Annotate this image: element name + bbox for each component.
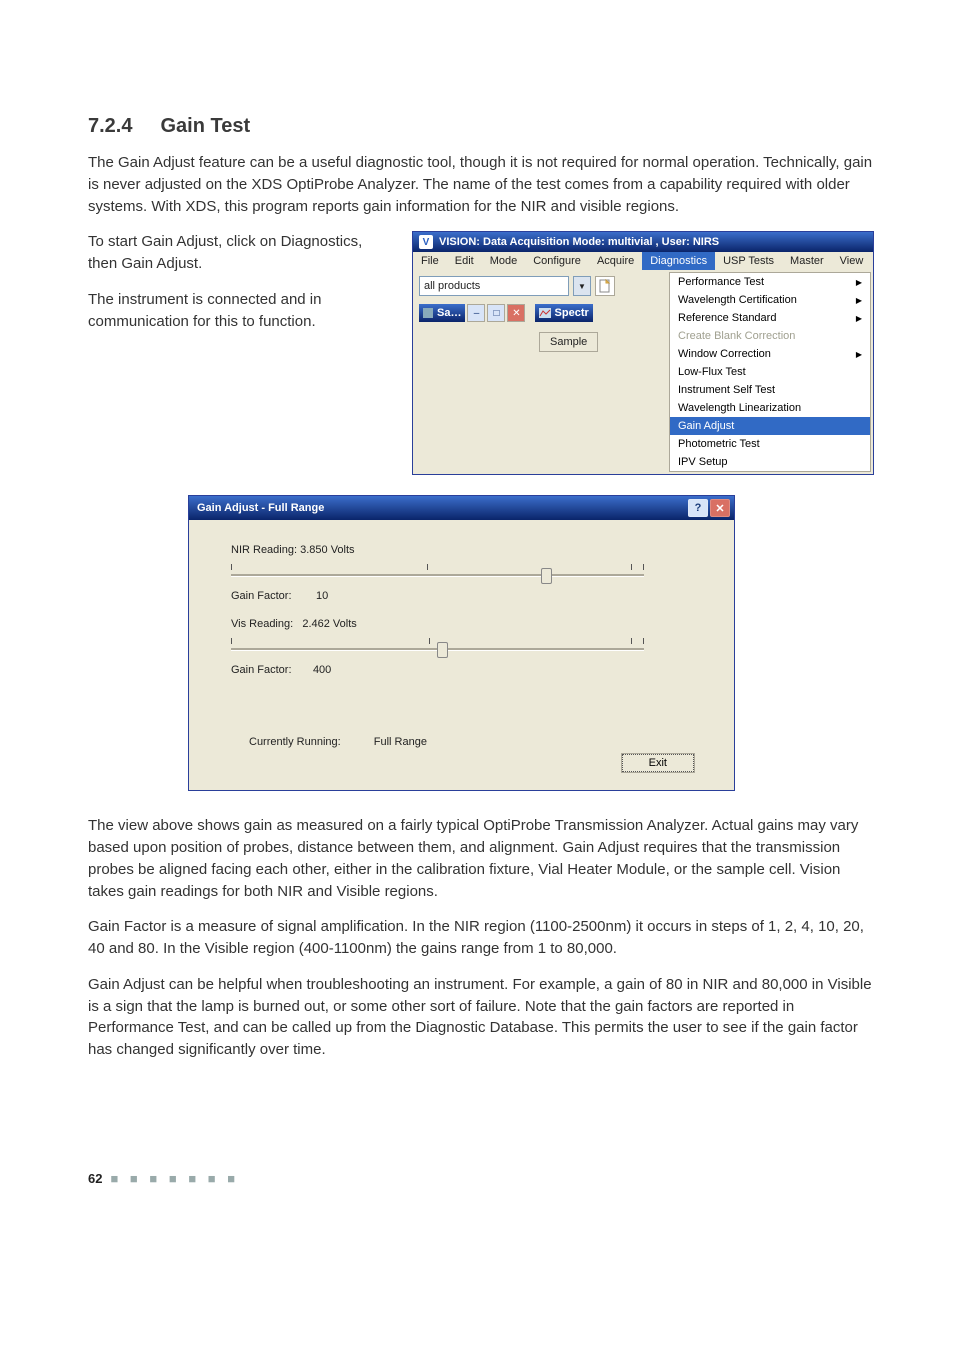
paragraph-1: The Gain Adjust feature can be a useful … [88, 152, 874, 217]
diag-item-create-blank-correction: Create Blank Correction [670, 327, 870, 345]
currently-running-value: Full Range [374, 736, 427, 748]
vis-gain-factor-row: Gain Factor: 400 [231, 664, 704, 676]
nir-slider-thumb[interactable] [541, 568, 552, 584]
vis-reading-label: Vis Reading: [231, 618, 293, 630]
subwindow-maximize-icon[interactable]: □ [487, 304, 505, 322]
submenu-arrow-icon: ▶ [856, 296, 862, 305]
paragraph-3: The view above shows gain as measured on… [88, 815, 874, 902]
diag-item-window-correction[interactable]: Window Correction▶ [670, 345, 870, 363]
nir-gain-factor-label: Gain Factor: [231, 590, 292, 602]
page-footer: 62 ■ ■ ■ ■ ■ ■ ■ [88, 1171, 874, 1186]
vision-titlebar: V VISION: Data Acquisition Mode: multivi… [413, 232, 873, 252]
exit-button[interactable]: Exit [622, 754, 694, 772]
menu-usp-tests[interactable]: USP Tests [715, 252, 782, 270]
diag-item-reference-standard[interactable]: Reference Standard▶ [670, 309, 870, 327]
subwindow-title: Sa… [419, 304, 465, 322]
vis-reading-row: Vis Reading: 2.462 Volts [231, 618, 704, 630]
help-button-icon[interactable]: ? [688, 499, 708, 517]
menu-master[interactable]: Master [782, 252, 832, 270]
document-icon [599, 279, 611, 293]
menu-acquire[interactable]: Acquire [589, 252, 642, 270]
submenu-arrow-icon: ▶ [856, 350, 862, 359]
diag-item-instrument-self-test[interactable]: Instrument Self Test [670, 381, 870, 399]
submenu-arrow-icon: ▶ [856, 314, 862, 323]
section-number: 7.2.4 [88, 115, 132, 138]
page-number: 62 [88, 1171, 102, 1186]
subwindow-close-icon[interactable]: ✕ [507, 304, 525, 322]
diag-item-low-flux-test[interactable]: Low-Flux Test [670, 363, 870, 381]
product-combo[interactable]: all products [419, 276, 569, 296]
diag-item-photometric-test[interactable]: Photometric Test [670, 435, 870, 453]
footer-dots-icon: ■ ■ ■ ■ ■ ■ ■ [110, 1171, 239, 1186]
diag-item-wavelength-certification[interactable]: Wavelength Certification▶ [670, 291, 870, 309]
menu-edit[interactable]: Edit [447, 252, 482, 270]
vis-gain-factor-label: Gain Factor: [231, 664, 292, 676]
vis-gain-factor-value: 400 [313, 664, 331, 676]
new-doc-button[interactable] [595, 276, 615, 296]
vision-title-text: VISION: Data Acquisition Mode: multivial… [439, 236, 719, 248]
diag-item-performance-test[interactable]: Performance Test▶ [670, 273, 870, 291]
nir-reading-value: 3.850 Volts [300, 544, 354, 556]
close-button-icon[interactable]: ✕ [710, 499, 730, 517]
paragraph-4: Gain Factor is a measure of signal ampli… [88, 916, 874, 960]
chart-icon [539, 308, 551, 318]
diag-item-wavelength-linearization[interactable]: Wavelength Linearization [670, 399, 870, 417]
currently-running-row: Currently Running: Full Range [249, 736, 704, 748]
gain-titlebar: Gain Adjust - Full Range ? ✕ [189, 496, 734, 520]
gain-adjust-dialog: Gain Adjust - Full Range ? ✕ NIR Reading… [188, 495, 735, 791]
vis-reading-value: 2.462 Volts [302, 618, 356, 630]
nir-reading-label: NIR Reading: [231, 544, 297, 556]
product-combo-dropdown-icon[interactable]: ▼ [573, 276, 591, 296]
nir-slider[interactable] [231, 562, 704, 582]
vision-menubar: File Edit Mode Configure Acquire Diagnos… [413, 252, 873, 270]
menu-mode[interactable]: Mode [482, 252, 526, 270]
paragraph-5: Gain Adjust can be helpful when troubles… [88, 974, 874, 1061]
currently-running-label: Currently Running: [249, 736, 341, 748]
nir-gain-factor-row: Gain Factor: 10 [231, 590, 704, 602]
section-title-text: Gain Test [160, 115, 250, 137]
submenu-arrow-icon: ▶ [856, 278, 862, 287]
menu-view[interactable]: View [832, 252, 872, 270]
vis-slider-thumb[interactable] [437, 642, 448, 658]
subwindow-icon [423, 308, 433, 318]
menu-configure[interactable]: Configure [525, 252, 589, 270]
sample-button[interactable]: Sample [539, 332, 598, 352]
menu-diagnostics[interactable]: Diagnostics [642, 252, 715, 270]
gain-title-text: Gain Adjust - Full Range [197, 502, 324, 514]
section-heading: 7.2.4 Gain Test [88, 115, 874, 138]
vision-logo-icon: V [419, 235, 433, 249]
vision-window: V VISION: Data Acquisition Mode: multivi… [412, 231, 874, 475]
paragraph-2a: To start Gain Adjust, click on Diagnosti… [88, 231, 388, 275]
product-combo-value: all products [424, 280, 480, 292]
vis-slider[interactable] [231, 636, 704, 656]
diag-item-gain-adjust[interactable]: Gain Adjust [670, 417, 870, 435]
paragraph-2b: The instrument is connected and in commu… [88, 289, 388, 333]
diag-item-ipv-setup[interactable]: IPV Setup [670, 453, 870, 471]
nir-gain-factor-value: 10 [316, 590, 328, 602]
diagnostics-menu: Performance Test▶Wavelength Certificatio… [669, 272, 871, 472]
subwindow-minimize-icon[interactable]: – [467, 304, 485, 322]
menu-file[interactable]: File [413, 252, 447, 270]
spectr-panel: Spectr [535, 304, 593, 322]
nir-reading-row: NIR Reading: 3.850 Volts [231, 544, 704, 556]
